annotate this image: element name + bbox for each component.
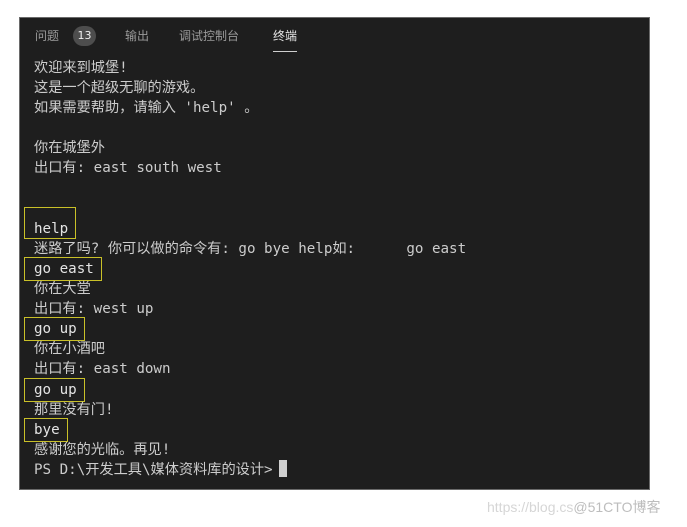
line-text: 你在城堡外 [34, 140, 105, 157]
terminal-output-line: 你在小酒吧 [34, 339, 639, 359]
terminal-output-line: 出口有: west up [34, 299, 639, 319]
terminal-prompt-line: PS D:\开发工具\媒体资料库的设计> [34, 459, 639, 480]
command-text: bye [34, 421, 60, 438]
command-text: go up [34, 381, 77, 398]
terminal-output-line: 你在大堂 [34, 279, 639, 299]
watermark: https://blog.cs@51CTO博客 [487, 497, 660, 517]
command-text: go east [34, 260, 94, 277]
line-text: 这是一个超级无聊的游戏。 [34, 80, 205, 97]
terminal-output-line: 欢迎来到城堡! [34, 58, 639, 78]
command-text: help [34, 220, 69, 237]
line-text: PS D:\开发工具\媒体资料库的设计> [34, 461, 273, 478]
terminal-output-line: 你在城堡外 [34, 138, 639, 158]
tab-output-label: 输出 [125, 29, 150, 43]
terminal-output-line: 迷路了吗? 你可以做的命令有: go bye help如: go east [34, 239, 639, 259]
watermark-url: https://blog.cs [487, 499, 574, 515]
line-text: 出口有: east south west [34, 160, 222, 177]
terminal-input-line: go east [24, 256, 639, 281]
line-text: 迷路了吗? 你可以做的命令有: go bye help如: go east [34, 240, 467, 257]
tab-problems-label: 问题 [35, 29, 60, 43]
line-text: 出口有: west up [34, 301, 154, 318]
terminal-cursor [278, 459, 287, 477]
tab-terminal-label: 终端 [273, 29, 298, 43]
line-text: 感谢您的光临。再见! [34, 441, 171, 458]
terminal-output-line: 出口有: east down [34, 359, 639, 379]
terminal-output-line: 出口有: east south west [34, 158, 639, 178]
terminal-input-line: help [24, 206, 639, 239]
line-text: 你在大堂 [34, 281, 91, 298]
terminal-output[interactable]: 欢迎来到城堡! 这是一个超级无聊的游戏。如果需要帮助，请输入 'help' 。你在… [24, 58, 639, 480]
watermark-brand: @51CTO博客 [573, 499, 661, 515]
panel-tab-bar: 问题 13 输出 调试控制台 终端 [20, 18, 649, 54]
terminal-output-line: 那里没有门! [34, 400, 639, 420]
terminal-output-line: 感谢您的光临。再见! [34, 440, 639, 460]
tab-debug-console-label: 调试控制台 [179, 29, 240, 43]
terminal-panel: 问题 13 输出 调试控制台 终端 欢迎来到城堡! 这是一个超级无聊的游戏。如果需… [19, 17, 650, 490]
line-text: 欢迎来到城堡! [34, 60, 128, 76]
terminal-output-line: 这是一个超级无聊的游戏。 [34, 78, 639, 98]
tab-problems[interactable]: 问题 [35, 26, 59, 46]
problems-count-badge: 13 [73, 26, 96, 46]
line-text: 那里没有门! [34, 401, 114, 418]
line-text: 如果需要帮助，请输入 'help' 。 [34, 100, 259, 117]
tab-debug-console[interactable]: 调试控制台 [179, 26, 239, 46]
active-tab-indicator [273, 51, 298, 52]
terminal-output-line: 如果需要帮助，请输入 'help' 。 [34, 98, 639, 118]
line-text: 出口有: east down [34, 361, 171, 378]
tab-terminal[interactable]: 终端 [273, 26, 298, 52]
line-text: 你在小酒吧 [34, 341, 105, 358]
terminal-input-line: go up [24, 377, 639, 402]
terminal-input-line: go up [24, 317, 639, 342]
terminal-input-line: bye [24, 417, 639, 442]
tab-output[interactable]: 输出 [125, 26, 149, 46]
command-text: go up [34, 321, 77, 338]
